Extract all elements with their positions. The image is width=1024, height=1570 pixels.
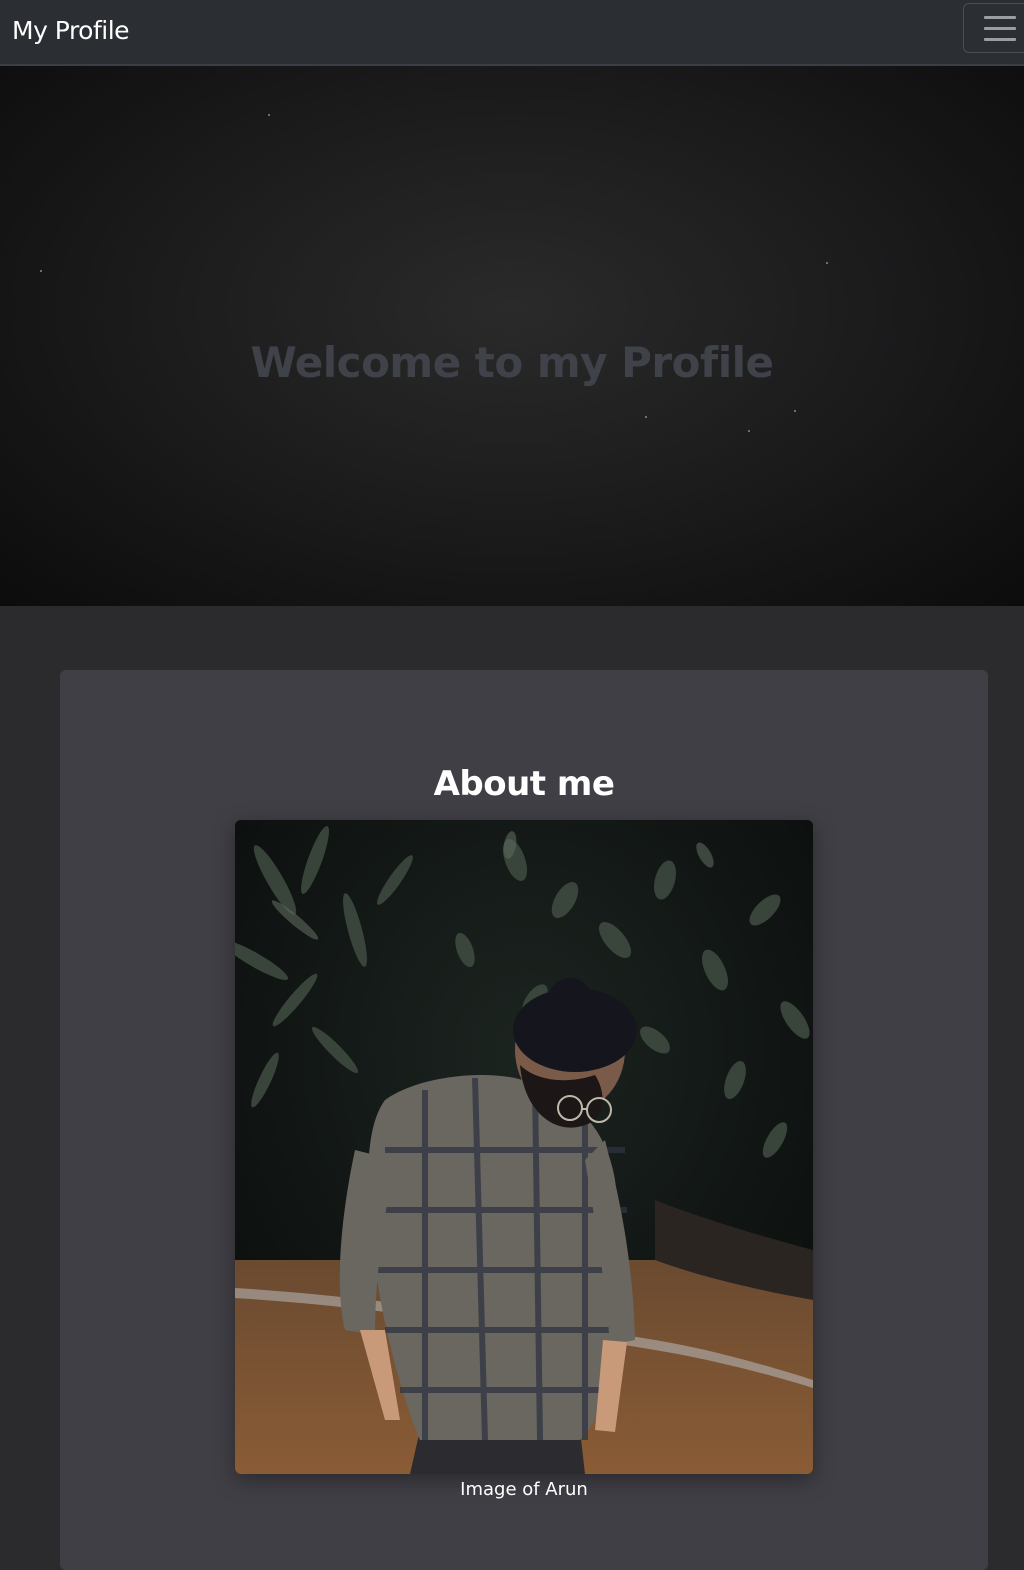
hero-title: Welcome to my Profile (250, 338, 774, 388)
about-card: About me Image of Arun (60, 670, 988, 1570)
photo-caption: Image of Arun (460, 1479, 588, 1500)
hero-banner: Welcome to my Profile (0, 66, 1024, 606)
about-title: About me (433, 764, 615, 805)
navbar-toggle-button[interactable] (963, 3, 1024, 53)
navbar-brand[interactable]: My Profile (12, 14, 130, 48)
profile-photo (235, 820, 813, 1474)
top-navbar: My Profile (0, 0, 1024, 66)
